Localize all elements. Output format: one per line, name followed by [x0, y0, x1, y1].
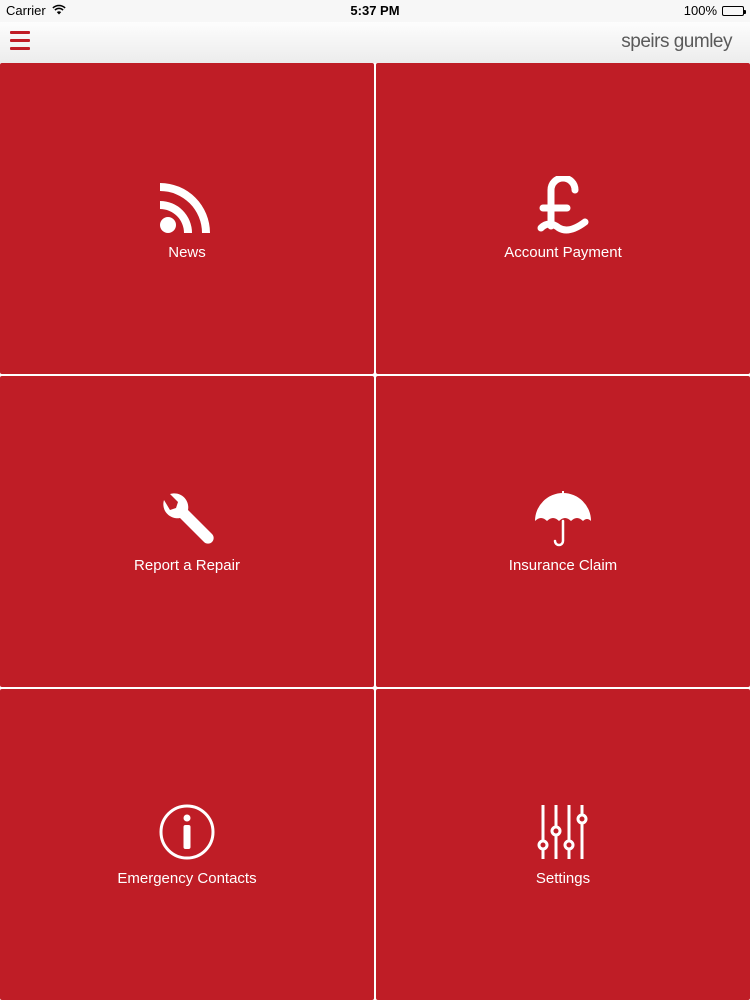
hamburger-icon-line [10, 47, 30, 50]
battery-icon [722, 5, 746, 16]
status-right: 100% [683, 3, 746, 18]
news-label: News [168, 244, 206, 261]
wrench-icon [157, 489, 217, 549]
insurance-claim-label: Insurance Claim [508, 557, 618, 574]
sliders-icon [533, 802, 593, 862]
emergency-contacts-tile[interactable]: Emergency Contacts [0, 689, 374, 1000]
info-icon [157, 802, 217, 862]
menu-grid: News Account Payment Report a Repair Ins… [0, 63, 750, 1000]
news-tile[interactable]: News [0, 63, 374, 374]
status-time: 5:37 PM [350, 3, 400, 18]
account-payment-tile[interactable]: Account Payment [376, 63, 750, 374]
report-repair-tile[interactable]: Report a Repair [0, 376, 374, 687]
settings-tile[interactable]: Settings [376, 689, 750, 1000]
menu-button[interactable] [10, 31, 32, 53]
status-bar: Carrier 5:37 PM 100% [0, 0, 750, 22]
pound-icon [533, 176, 593, 236]
rss-icon [157, 176, 217, 236]
brand-logo: speirs gumley [621, 31, 732, 52]
insurance-claim-tile[interactable]: Insurance Claim [376, 376, 750, 687]
hamburger-icon-line [10, 31, 30, 34]
emergency-contacts-label: Emergency Contacts [117, 870, 257, 887]
battery-percent: 100% [683, 3, 717, 18]
umbrella-icon [533, 489, 593, 549]
hamburger-icon-line [10, 39, 30, 42]
account-payment-label: Account Payment [504, 244, 622, 261]
app-header: speirs gumley [0, 22, 750, 64]
settings-label: Settings [535, 870, 591, 887]
report-repair-label: Report a Repair [134, 557, 240, 574]
